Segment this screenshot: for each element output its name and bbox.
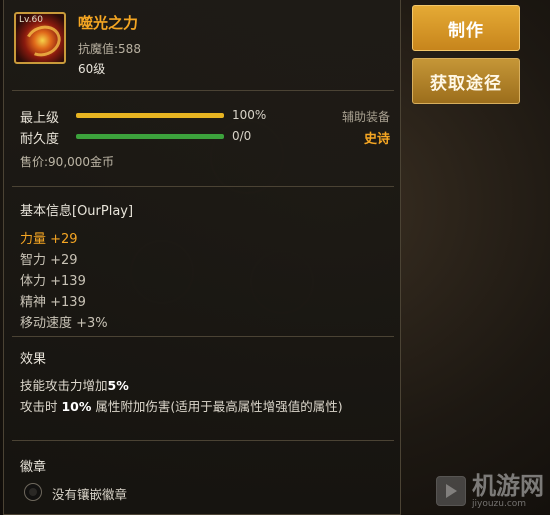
top-level-bar [76, 113, 224, 118]
effect-2-suffix: 属性附加伤害(适用于最高属性增强值的属性) [91, 399, 343, 414]
item-orb-icon: Lv.60 [14, 12, 66, 64]
item-level: 60级 [78, 62, 106, 76]
divider [12, 336, 394, 337]
item-rarity: 史诗 [363, 132, 390, 147]
durability-bar-fill [76, 134, 224, 139]
attribute-move-speed: 移动速度 +3% [20, 316, 108, 331]
top-level-value: 100% [232, 108, 267, 122]
item-icon-level: Lv.60 [19, 15, 43, 25]
effect-line-skill-attack: 技能攻击力增加5% [20, 375, 129, 394]
attribute-intelligence: 智力 +29 [20, 253, 78, 268]
play-icon [436, 476, 466, 506]
item-icon-swirl [20, 20, 64, 62]
durability-value: 0/0 [232, 129, 252, 143]
top-level-label: 最上级 [20, 111, 60, 126]
attribute-vitality: 体力 +139 [20, 274, 86, 289]
top-level-bar-fill [76, 113, 224, 118]
durability-label: 耐久度 [20, 132, 60, 147]
effect-1-prefix: 技能攻击力增加 [20, 378, 108, 393]
emblem-title: 徽章 [20, 460, 47, 475]
divider [12, 186, 394, 187]
craft-button[interactable]: 制作 [412, 5, 520, 51]
watermark-url: jiyouzu.com [472, 499, 527, 509]
item-price: 售价:90,000金币 [20, 155, 115, 169]
effect-line-element-damage: 攻击时 10% 属性附加伤害(适用于最高属性增强值的属性) [20, 396, 343, 415]
effect-2-value: 10% [61, 399, 92, 414]
divider [12, 90, 394, 91]
site-watermark: 机游网 jiyouzu.com [436, 473, 544, 509]
effects-title: 效果 [20, 352, 47, 367]
watermark-text: 机游网 jiyouzu.com [472, 473, 544, 509]
item-resistance: 抗魔值:588 [78, 42, 141, 56]
item-tooltip-panel: Lv.60 噬光之力 抗魔值:588 60级 最上级 100% 耐久度 0/0 … [3, 0, 401, 515]
basic-info-title: 基本信息[OurPlay] [20, 204, 134, 219]
effect-1-value: 5% [107, 378, 129, 393]
attribute-strength: 力量 +29 [20, 232, 78, 247]
item-category: 辅助装备 [341, 110, 390, 124]
obtain-route-button[interactable]: 获取途径 [412, 58, 520, 104]
empty-socket-icon [24, 483, 42, 501]
emblem-empty-text: 没有镶嵌徽章 [52, 487, 128, 502]
watermark-title: 机游网 [472, 472, 544, 500]
effect-2-prefix: 攻击时 [20, 399, 62, 414]
item-name: 噬光之力 [78, 14, 139, 32]
durability-bar [76, 134, 224, 139]
divider [12, 440, 394, 441]
attribute-spirit: 精神 +139 [20, 295, 86, 310]
